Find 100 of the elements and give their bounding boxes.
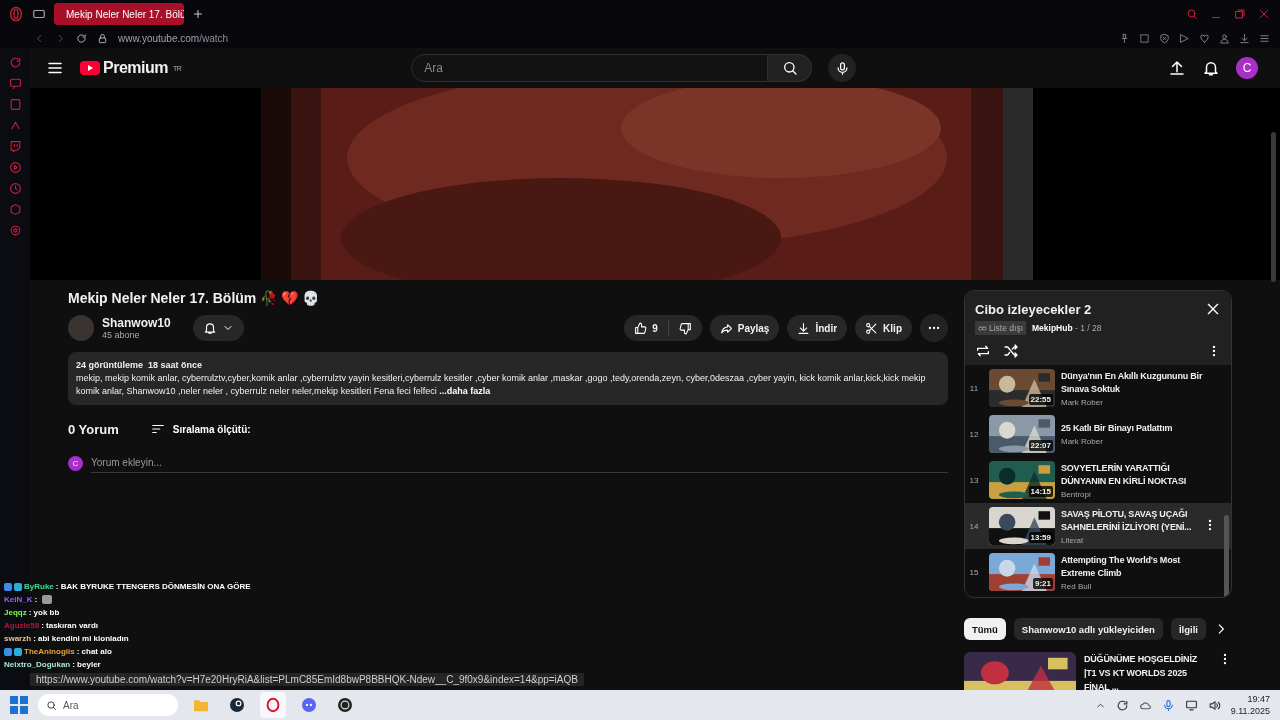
- search-button[interactable]: [768, 54, 813, 82]
- chat-username: ByRuke: [24, 581, 54, 593]
- chat-username: swarzh: [4, 633, 32, 645]
- chat-message: :: [34, 594, 38, 606]
- playlist-item[interactable]: 14 13:59 SAVAŞ PİLOTU, SAVAŞ UÇAĞI SAHNELERİNİ İZLİYOR! (YENİ... Literat: [965, 503, 1231, 549]
- cube-icon[interactable]: [8, 203, 22, 216]
- chat-username: Aguzle58: [4, 620, 40, 632]
- account-avatar[interactable]: C: [1236, 57, 1258, 79]
- chat-username: Neixtro_Dogukan: [4, 659, 71, 671]
- item-index: 12: [968, 429, 980, 439]
- upload-icon[interactable]: [1168, 59, 1186, 77]
- clip-button[interactable]: Klip: [855, 315, 912, 341]
- duration-label: 9:21: [1033, 578, 1053, 589]
- item-title: Dünya'nın En Akıllı Kuzgununu Bir Sınava Soktuk: [1061, 369, 1204, 396]
- restore-icon[interactable]: [1234, 8, 1246, 20]
- bell-icon: [202, 321, 217, 335]
- opera-logo-icon[interactable]: [8, 6, 24, 22]
- channel-name[interactable]: Shanwow10: [102, 316, 171, 330]
- chat-icon[interactable]: [8, 77, 22, 90]
- item-title: SOVYETLERİN YARATTIĞI DÜNYANIN EN KİRLİ NOKTASI: [1061, 461, 1187, 488]
- filter-chip[interactable]: Tümü: [964, 618, 1006, 640]
- duration-label: 22:55: [1028, 394, 1053, 405]
- settings-icon[interactable]: [8, 224, 22, 237]
- tablet-icon[interactable]: [8, 98, 22, 111]
- speaker-icon[interactable]: [1207, 698, 1221, 712]
- chevron-icon[interactable]: [8, 119, 22, 132]
- play-logo-icon[interactable]: [80, 61, 100, 75]
- reload-icon[interactable]: [76, 32, 87, 44]
- item-index: 15: [968, 567, 980, 577]
- share-button[interactable]: Paylaş: [709, 315, 780, 341]
- user-avatar: C: [68, 455, 83, 471]
- link-icon: [978, 323, 987, 333]
- shield-icon[interactable]: [1159, 32, 1170, 44]
- microphone-button[interactable]: [828, 54, 857, 82]
- address-field[interactable]: www.youtube.com/watch: [118, 32, 229, 44]
- playlist-title: Cibo izleyecekler 2: [975, 301, 1092, 317]
- microphone-icon[interactable]: [1161, 698, 1175, 712]
- description-text: mekip, mekip komik anlar, cyberrulztv,cyber,komik anlar ,cyberrulztv yayin kesitleri,cyberrulz kesitler ,cyber komik anlar ,maskar ,gogo ,tedy,orenda,zeyn, cyber,0deszaa ,cyber yayin, kick komik anlar,kick,kick mekip komik anlar, Shanwow10 ,neler neler , cyberrulz neler neler,mekip kesitleri Fena feci felfeci ...daha fazla: [76, 373, 926, 396]
- loop-icon[interactable]: [975, 343, 991, 359]
- pin-icon[interactable]: [1119, 32, 1130, 44]
- duration-label: 13:59: [1028, 532, 1053, 543]
- send-icon[interactable]: [1179, 32, 1190, 44]
- download-icon[interactable]: [1239, 32, 1250, 44]
- emote-icon: [42, 595, 53, 604]
- playlist-item[interactable]: 15 9:21 Attempting The World's Most Extreme Climb Red Bull: [965, 549, 1231, 595]
- video-title[interactable]: DÜĞÜNÜME HOŞGELDİNİZ |T1 VS KT WORLDS 2025 FİNAL ...: [1084, 652, 1210, 690]
- download-button[interactable]: İndir: [787, 315, 848, 341]
- shuffle-icon[interactable]: [1003, 343, 1019, 359]
- search-icon: [46, 699, 57, 711]
- visibility-badge: Liste dışı: [975, 321, 1027, 335]
- scissors-icon: [865, 321, 879, 335]
- sort-button[interactable]: Sıralama ölçütü:: [144, 421, 257, 437]
- heart-icon[interactable]: [1199, 32, 1210, 44]
- item-channel: Red Bull: [1061, 581, 1093, 591]
- comment-field[interactable]: Yorum ekleyin...: [91, 453, 948, 473]
- item-channel: Mark Rober: [1061, 397, 1104, 407]
- circle-arrow-icon[interactable]: [8, 56, 22, 69]
- taskbar-search[interactable]: Ara: [38, 694, 178, 716]
- thumbs-up-icon: [634, 321, 648, 335]
- play-circle-icon[interactable]: [8, 161, 22, 174]
- filter-chip[interactable]: İlgili: [1170, 618, 1206, 640]
- sync-icon[interactable]: [1115, 698, 1129, 712]
- bell-icon[interactable]: [1202, 59, 1220, 77]
- plus-icon[interactable]: [192, 8, 204, 20]
- windows-logo-icon[interactable]: [10, 696, 28, 714]
- description-box[interactable]: [68, 352, 948, 405]
- browser-tab[interactable]: Mekip Neler Neler 17. Bölü: [54, 3, 184, 25]
- notification-button[interactable]: [192, 315, 244, 341]
- subscriber-count: 45 abone: [102, 330, 141, 340]
- monitor-icon[interactable]: [1184, 698, 1198, 712]
- filter-chip[interactable]: Shanwow10 adlı yükleyiciden: [1013, 618, 1163, 640]
- more-link[interactable]: ...daha fazla: [439, 386, 491, 396]
- item-channel: Mark Rober: [1061, 437, 1104, 446]
- close-icon[interactable]: [1205, 301, 1221, 317]
- download-icon: [797, 321, 811, 335]
- playlist-item[interactable]: 11 22:55 Dünya'nın En Akıllı Kuzgununu Bir Sınava Soktuk Mark Rober: [965, 365, 1231, 411]
- chat-username: Jeqqz: [4, 607, 27, 619]
- clock-icon[interactable]: [8, 182, 22, 195]
- tabs-icon[interactable]: [32, 7, 46, 21]
- comment-count: 0 Yorum: [68, 421, 119, 437]
- page-scrollbar[interactable]: [1271, 132, 1276, 282]
- item-title: 25 Katlı Bir Binayı Patlattım: [1061, 422, 1173, 435]
- chat-message: : beyler: [72, 659, 101, 671]
- lock-icon: [97, 32, 108, 44]
- chat-username: KeiN_K: [4, 594, 33, 606]
- clock-time[interactable]: 19:47: [1230, 693, 1270, 705]
- twitch-icon[interactable]: [8, 140, 22, 153]
- snapshot-icon[interactable]: [1139, 32, 1150, 44]
- opera-icon[interactable]: [260, 692, 286, 718]
- search-field[interactable]: Ara: [411, 54, 769, 82]
- item-channel: Literat: [1061, 535, 1085, 545]
- chat-username: TheAninogiis: [24, 646, 75, 658]
- search-icon[interactable]: [1186, 8, 1198, 20]
- chat-message: : taskıran vardı: [41, 620, 99, 632]
- playlist-item[interactable]: 13 14:15 SOVYETLERİN YARATTIĞI DÜNYANIN EN KİRLİ NOKTASI Bentropi: [965, 457, 1231, 503]
- item-title: Attempting The World's Most Extreme Climb: [1061, 553, 1182, 580]
- logo-text: Premium: [103, 59, 168, 77]
- profile-icon[interactable]: [1219, 32, 1230, 44]
- playlist-item[interactable]: 12 22:07 25 Katlı Bir Binayı Patlattım Mark Rober: [965, 411, 1231, 457]
- clock-date[interactable]: 9.11.2025: [1230, 705, 1270, 717]
